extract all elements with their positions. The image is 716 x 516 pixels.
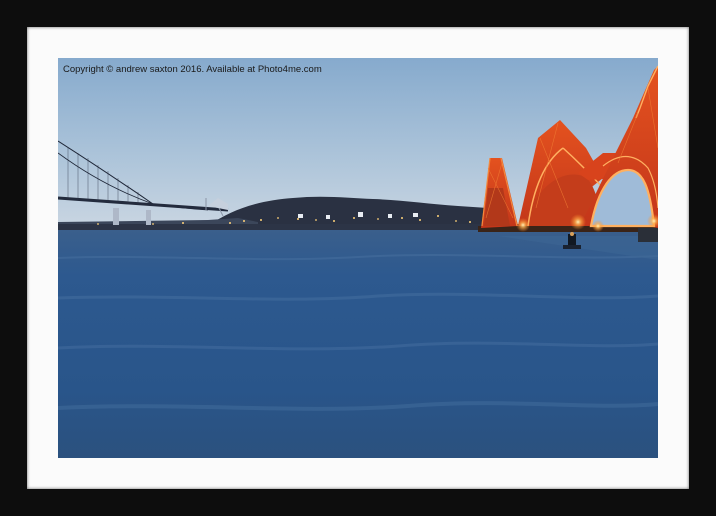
- picture-frame: Copyright © andrew saxton 2016. Availabl…: [0, 0, 716, 516]
- copyright-watermark: Copyright © andrew saxton 2016. Availabl…: [63, 64, 322, 75]
- photo-scene: [58, 58, 658, 458]
- photograph: Copyright © andrew saxton 2016. Availabl…: [58, 58, 658, 458]
